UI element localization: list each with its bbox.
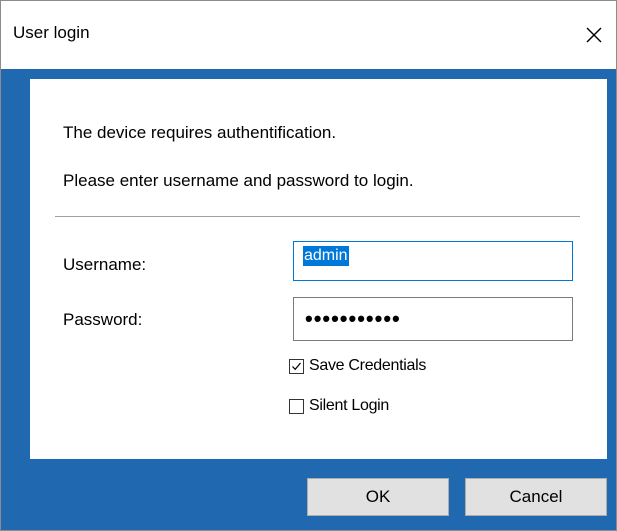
cancel-button[interactable]: Cancel bbox=[465, 478, 607, 516]
content-panel: The device requires authentification. Pl… bbox=[30, 79, 607, 459]
title-bar: User login bbox=[1, 1, 616, 69]
username-input[interactable]: admin bbox=[293, 241, 573, 281]
password-input[interactable]: ••••••••••• bbox=[293, 297, 573, 341]
window-title: User login bbox=[13, 23, 90, 42]
silent-login-label: Silent Login bbox=[309, 397, 390, 414]
username-value: admin bbox=[303, 246, 349, 266]
login-dialog: User login The device requires authentif… bbox=[0, 0, 617, 531]
username-label: Username: bbox=[63, 255, 147, 274]
save-credentials-checkbox[interactable] bbox=[289, 358, 304, 374]
silent-login-checkbox[interactable] bbox=[289, 398, 304, 414]
silent-login-option[interactable]: Silent Login bbox=[289, 397, 389, 415]
save-credentials-option[interactable]: Save Credentials bbox=[289, 357, 426, 375]
password-label: Password: bbox=[63, 310, 143, 329]
ok-button[interactable]: OK bbox=[307, 478, 449, 516]
close-button[interactable] bbox=[572, 9, 616, 61]
instruction-message: Please enter username and password to lo… bbox=[63, 171, 414, 190]
auth-message: The device requires authentification. bbox=[63, 123, 337, 142]
password-value: ••••••••••• bbox=[305, 306, 401, 331]
checkmark-icon bbox=[292, 362, 301, 370]
save-credentials-label: Save Credentials bbox=[309, 357, 427, 374]
close-icon bbox=[586, 27, 602, 43]
divider bbox=[55, 216, 580, 217]
